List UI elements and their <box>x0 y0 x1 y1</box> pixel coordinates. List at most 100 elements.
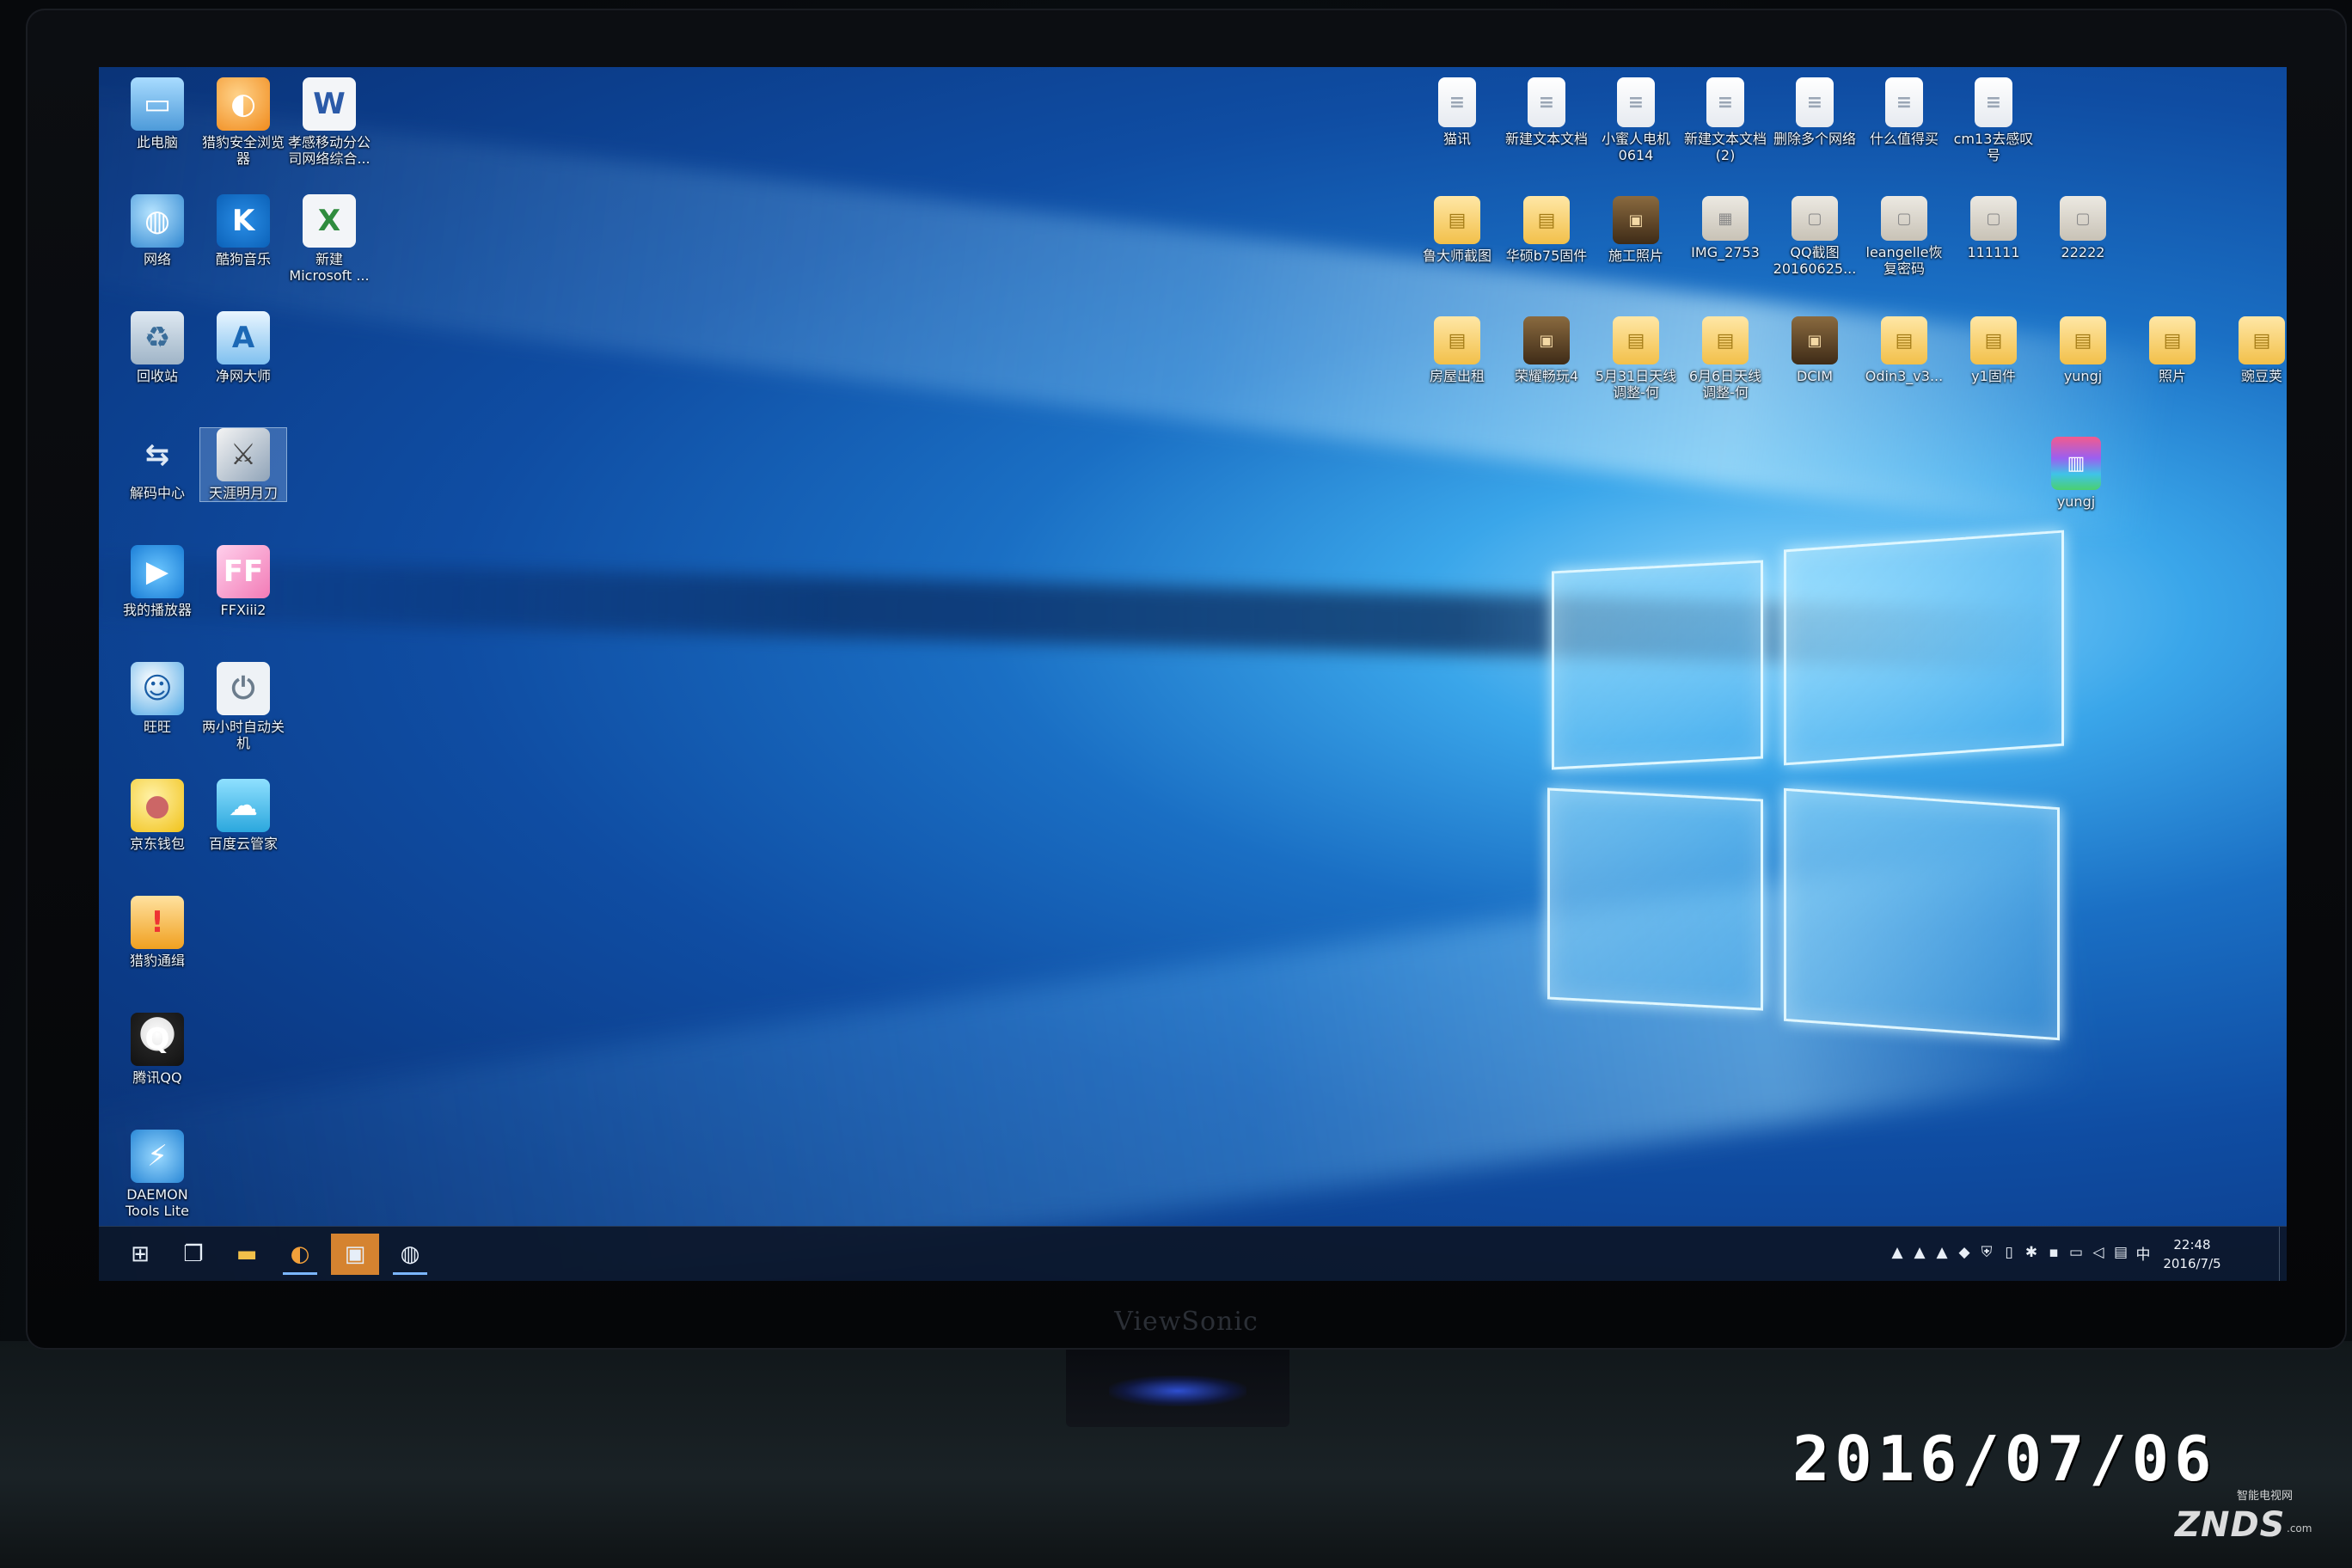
desktop-icon-yungj-folder[interactable]: ▤ yungj <box>2040 316 2126 384</box>
leangelle-restore-icon: ▢ <box>1881 196 1927 241</box>
task-view-button[interactable]: ❐ <box>169 1234 217 1275</box>
tray-icon[interactable]: ▯ <box>1999 1242 2019 1263</box>
desktop-icon-huashuo-b75[interactable]: ▤ 华硕b75固件 <box>1504 196 1589 264</box>
desktop-icon-label: 两小时自动关机 <box>201 719 285 751</box>
desktop-icon-yungj-archive[interactable]: ▥ yungj <box>2033 437 2119 510</box>
new-excel-icon: X <box>303 194 356 248</box>
new-text-1-icon: ≡ <box>1528 77 1565 127</box>
desktop-icon-photos[interactable]: ▤ 照片 <box>2129 316 2215 384</box>
desktop-icon-cm13-remove[interactable]: ≡ cm13去感叹号 <box>1951 77 2037 163</box>
desktop-icon-tianya-mingyue-dao[interactable]: ⚔ 天涯明月刀 <box>199 427 287 502</box>
desktop-icon-label: 6月6日天线调整-何 <box>1688 368 1762 401</box>
construction-photos-icon: ▣ <box>1613 196 1659 244</box>
desktop-icon-new-text-2[interactable]: ≡ 新建文本文档 (2) <box>1682 77 1768 163</box>
network-icon: ◍ <box>131 194 184 248</box>
desktop-icon-word-doc-mobile[interactable]: W 孝感移动分公司网络综合... <box>286 77 372 167</box>
desktop-icon-construction-photos[interactable]: ▣ 施工照片 <box>1593 196 1679 264</box>
cm13-remove-icon: ≡ <box>1975 77 2012 127</box>
desktop-icon-auto-shutdown[interactable]: ⏻ 两小时自动关机 <box>200 662 286 751</box>
desktop-icon-label: 照片 <box>2158 368 2186 384</box>
clock-date[interactable]: 2016/7/5 <box>2145 1256 2239 1271</box>
browser-taskbar-button[interactable]: ◐ <box>276 1234 324 1275</box>
desktop-icon-tencent-qq[interactable]: Q 腾讯QQ <box>114 1013 200 1086</box>
tray-icon[interactable]: ✱ <box>2021 1242 2042 1263</box>
desktop-icon-label: 旺旺 <box>143 719 171 735</box>
desktop-icon-label: QQ截图20160625... <box>1773 244 1857 277</box>
desktop-icon-liebao-tongji[interactable]: ! 猎豹通缉 <box>114 896 200 969</box>
desktop-icon-label: 京东钱包 <box>129 836 185 852</box>
file-explorer-button[interactable]: ▬ <box>223 1234 271 1275</box>
baidu-cloud-icon: ☁ <box>217 779 270 832</box>
desktop-icon-label: 猫讯 <box>1442 131 1471 147</box>
taskbar: ⊞ ❐ ▬ ◐ ▣ ◍ ▲ ▲ ▲ ◆ ⛨ ▯ ✱ ▪ ▭ ◁ ▤ 中 22:48 2016/7/5 <box>99 1226 2287 1281</box>
desktop-icon-new-text-1[interactable]: ≡ 新建文本文档 <box>1504 77 1589 147</box>
desktop-icon-dcim[interactable]: ▣ DCIM <box>1772 316 1858 384</box>
show-desktop-button[interactable] <box>2279 1227 2287 1281</box>
desktop-icon-file-22222[interactable]: ▢ 22222 <box>2040 196 2126 260</box>
file-22222-icon: ▢ <box>2060 196 2106 241</box>
desktop-icon-wandoujia[interactable]: ▤ 豌豆荚 <box>2219 316 2287 384</box>
start-button[interactable]: ⊞ <box>116 1234 164 1275</box>
pinned-app-taskbar-button[interactable]: ◍ <box>386 1234 434 1275</box>
desktop-icon-may31-tianxian[interactable]: ▤ 5月31日天线调整-何 <box>1593 316 1679 401</box>
desktop-icon-kugou-music[interactable]: K 酷狗音乐 <box>200 194 286 267</box>
desktop-icon-delete-multi-net[interactable]: ≡ 删除多个网络 <box>1772 77 1858 147</box>
windows-logo-pane <box>1552 560 1763 770</box>
monitor-brand-logo: ViewSonic <box>1114 1307 1259 1337</box>
desktop-icon-img-2753[interactable]: ▦ IMG_2753 <box>1682 196 1768 260</box>
desktop-icon-my-player[interactable]: ▶ 我的播放器 <box>114 545 200 618</box>
desktop-icon-decode-center[interactable]: ⇆ 解码中心 <box>114 428 200 501</box>
wandoujia-icon: ▤ <box>2239 316 2285 364</box>
tray-icon[interactable]: ▲ <box>1932 1242 1952 1263</box>
folder-icon: ▬ <box>236 1241 258 1267</box>
desktop-icon-baidu-cloud[interactable]: ☁ 百度云管家 <box>200 779 286 852</box>
tray-icon[interactable]: ◆ <box>1954 1242 1975 1263</box>
desktop-icon-label: FFXiii2 <box>220 602 266 618</box>
tianya-mingyue-dao-icon: ⚔ <box>217 428 270 481</box>
desktop-icon-leangelle-restore[interactable]: ▢ leangelle恢复密码 <box>1861 196 1947 277</box>
desktop-icon-odin3[interactable]: ▤ Odin3_v3... <box>1861 316 1947 384</box>
ffxiii2-icon: FF <box>217 545 270 598</box>
desktop-icon-new-excel[interactable]: X 新建 Microsoft ... <box>286 194 372 284</box>
desktop-icon-label: 新建 Microsoft ... <box>289 251 370 284</box>
desktop-icon-daemon-tools[interactable]: ⚡ DAEMON Tools Lite <box>114 1130 200 1219</box>
tray-icon[interactable]: ▭ <box>2066 1242 2086 1263</box>
desktop-icon-xiaomi-laptop[interactable]: ≡ 小蜜人电机0614 <box>1593 77 1679 163</box>
desktop-icon-label: 腾讯QQ <box>132 1069 182 1086</box>
lu-screenshot-icon: ▤ <box>1434 196 1480 244</box>
desktop-icon-network[interactable]: ◍ 网络 <box>114 194 200 267</box>
desktop-icon-lu-screenshot[interactable]: ▤ 鲁大师截图 <box>1414 196 1500 264</box>
tray-icon[interactable]: ◁ <box>2088 1242 2109 1263</box>
tray-icon[interactable]: ▤ <box>2110 1242 2131 1263</box>
new-text-2-icon: ≡ <box>1706 77 1744 127</box>
desktop-icon-jd-wallet[interactable]: ● 京东钱包 <box>114 779 200 852</box>
desktop-icon-file-111111[interactable]: ▢ 111111 <box>1951 196 2037 260</box>
desktop-icon-y1-firmware[interactable]: ▤ y1固件 <box>1951 316 2037 384</box>
desktop-icon-jingwang-master[interactable]: A 净网大师 <box>200 311 286 384</box>
desktop-icon-label: 小蜜人电机0614 <box>1601 131 1670 163</box>
desktop-icon-jun6-tianxian[interactable]: ▤ 6月6日天线调整-何 <box>1682 316 1768 401</box>
desktop-icon-label: 5月31日天线调整-何 <box>1595 368 1677 401</box>
desktop-icon-recycle-bin[interactable]: ♻ 回收站 <box>114 311 200 384</box>
file-111111-icon: ▢ <box>1970 196 2017 241</box>
tray-icon[interactable]: ▲ <box>1887 1242 1908 1263</box>
tray-icon[interactable]: ⛨ <box>1976 1242 1997 1263</box>
desktop-icon-honor-play4[interactable]: ▣ 荣耀畅玩4 <box>1504 316 1589 384</box>
active-app-taskbar-button[interactable]: ▣ <box>331 1234 379 1275</box>
clock-time[interactable]: 22:48 <box>2145 1237 2239 1253</box>
desktop-icon-ffxiii2[interactable]: FF FFXiii2 <box>200 545 286 618</box>
desktop-icon-label: 网络 <box>143 251 171 267</box>
kugou-music-icon: K <box>217 194 270 248</box>
desktop-icon-liebao-browser[interactable]: ◐ 猎豹安全浏览器 <box>200 77 286 167</box>
desktop-icon-house-rental[interactable]: ▤ 房屋出租 <box>1414 316 1500 384</box>
liebao-browser-icon: ◐ <box>217 77 270 131</box>
tray-icon[interactable]: ▲ <box>1909 1242 1930 1263</box>
tray-icon[interactable]: ▪ <box>2043 1242 2064 1263</box>
desktop-icon-this-pc[interactable]: ▭ 此电脑 <box>114 77 200 150</box>
desktop-icon-wangwang[interactable]: ☺ 旺旺 <box>114 662 200 735</box>
desktop-icon-label: 删除多个网络 <box>1773 131 1856 147</box>
desktop-icon-what-to-chat[interactable]: ≡ 什么值得买 <box>1861 77 1947 147</box>
desktop-screen[interactable]: ▭ 此电脑 ◐ 猎豹安全浏览器 W 孝感移动分公司网络综合... ◍ 网络 K 酷狗音乐 X 新建 M… <box>99 67 2287 1281</box>
desktop-icon-shortcut-1[interactable]: ≡ 猫讯 <box>1414 77 1500 147</box>
desktop-icon-qq-screenshot[interactable]: ▢ QQ截图20160625... <box>1772 196 1858 277</box>
